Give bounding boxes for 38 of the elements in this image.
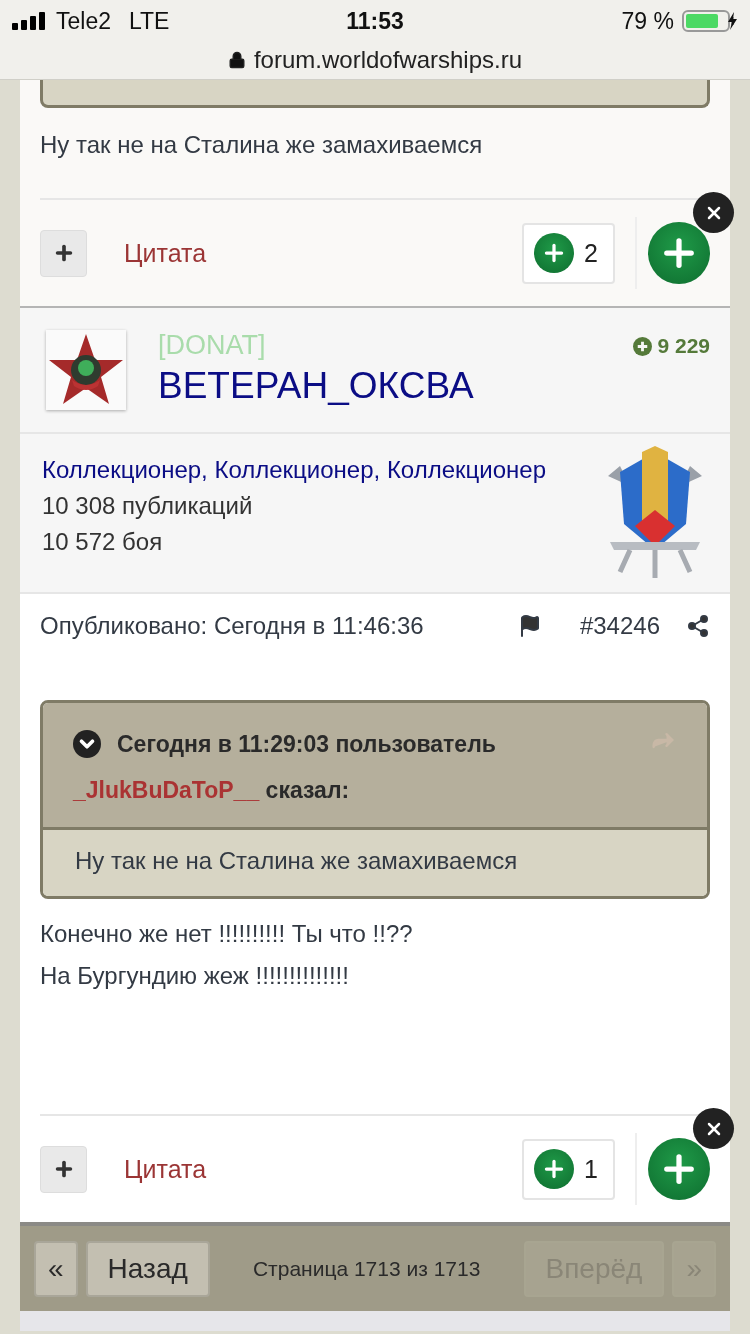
close-button[interactable]	[693, 1108, 734, 1149]
carrier-name: Tele2	[56, 7, 111, 35]
post-text: Конечно же нет !!!!!!!!!! Ты что !!??	[40, 919, 414, 949]
expand-button[interactable]	[40, 229, 87, 277]
quote-link[interactable]: Цитата	[124, 1154, 522, 1184]
plus-icon	[633, 336, 653, 356]
post-count: 10 308 публикаций	[42, 491, 254, 521]
network-type: LTE	[129, 7, 170, 35]
page-info: Страница 1713 из 1713	[251, 1256, 482, 1281]
published-date: Опубликовано: Сегодня в 11:46:36	[40, 612, 425, 640]
collapse-toggle[interactable]	[73, 730, 101, 758]
lock-icon	[227, 51, 246, 69]
expand-button[interactable]	[40, 1145, 87, 1193]
clock-time: 11:53	[346, 7, 404, 34]
close-button[interactable]	[693, 192, 734, 233]
post-text: Ну так не на Сталина же замахиваемся	[40, 130, 484, 160]
reaction-count-button[interactable]: 2	[522, 222, 615, 284]
quote-link[interactable]: Цитата	[124, 238, 522, 268]
quote-said: сказал:	[265, 777, 350, 803]
plus-icon	[534, 1149, 574, 1189]
battery-icon	[682, 10, 738, 32]
battle-count: 10 572 боя	[42, 527, 164, 557]
quote-text: Ну так не на Сталина же замахиваемся	[43, 830, 707, 896]
previous-page-button[interactable]: Назад	[85, 1240, 210, 1297]
author-name[interactable]: ВЕТЕРАН_ОКСВА	[158, 360, 634, 412]
reaction-count-button[interactable]: 1	[522, 1138, 615, 1200]
share-icon[interactable]	[686, 614, 710, 638]
post-text: На Бургундию жеж !!!!!!!!!!!!!!	[40, 961, 350, 991]
reputation: 9 229	[633, 334, 710, 358]
plus-icon	[534, 233, 574, 273]
quote-header: Сегодня в 11:29:03 пользователь	[117, 730, 496, 759]
signal-icon	[12, 12, 48, 30]
post-number[interactable]: #34246	[579, 612, 660, 640]
battery-percent: 79 %	[621, 7, 674, 35]
first-page-button[interactable]: «	[34, 1240, 78, 1297]
page-url[interactable]: forum.worldofwarships.ru	[253, 46, 523, 74]
user-titles: Коллекционер, Коллекционер, Коллекционер	[42, 455, 547, 485]
user-group: [DONAT]	[158, 330, 634, 360]
